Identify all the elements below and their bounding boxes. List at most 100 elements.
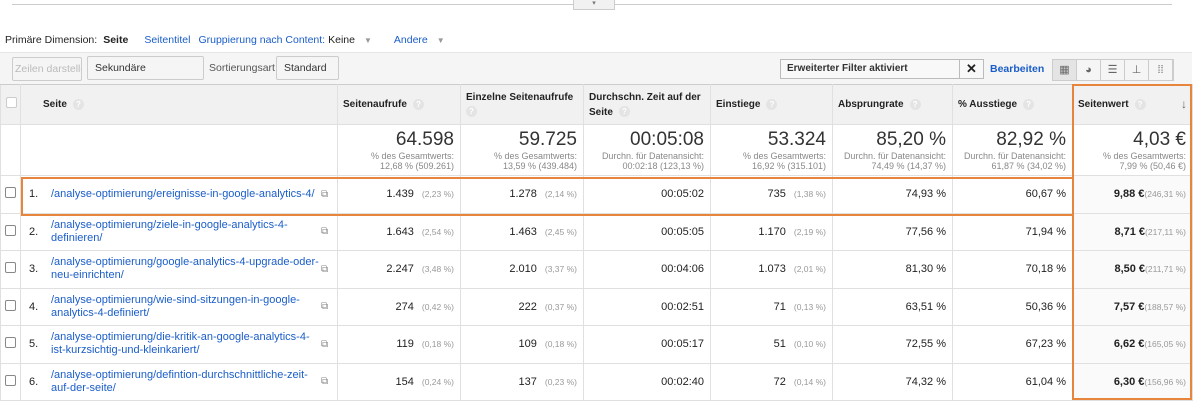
external-link-icon[interactable]: ⧉ (321, 189, 337, 200)
total-cell: 59.725% des Gesamtwerts: 13,59 % (439.484… (460, 124, 584, 176)
table-row: 3. /analyse-optimierung/google-analytics-… (0, 250, 1193, 289)
page-value: 6,62 € (1113, 338, 1145, 351)
unique-pageviews-percent: (0,23 %) (544, 376, 577, 387)
help-icon[interactable]: ? (72, 98, 84, 110)
header-label: Seitenwert (1078, 99, 1129, 110)
table-view-icon[interactable]: ▦ (1053, 60, 1077, 80)
entrances: 1.073 (758, 263, 786, 276)
row-number: 4. (29, 300, 39, 313)
header-absprungrate[interactable]: Absprungrate? (832, 84, 953, 125)
total-detail: 13,59 % (439.484) (502, 161, 577, 171)
bearbeiten-link[interactable]: Bearbeiten (990, 63, 1044, 75)
help-icon[interactable]: ? (909, 98, 921, 110)
sort-arrow-down-icon: ↓ (1181, 97, 1187, 111)
help-icon[interactable]: ? (766, 98, 778, 110)
page-link[interactable]: /analyse-optimierung/wie-sind-sitzungen-… (43, 294, 321, 320)
total-detail: 00:02:18 (123,13 %) (622, 161, 704, 171)
row-checkbox[interactable] (5, 337, 16, 349)
header-seitenaufrufe[interactable]: Seitenaufrufe? (337, 84, 461, 125)
row-checkbox[interactable] (5, 224, 16, 236)
chevron-down-icon: ▼ (436, 36, 445, 45)
external-link-icon[interactable]: ⧉ (321, 339, 337, 350)
gruppierung-value-text: Keine (328, 34, 355, 46)
total-cell: 82,92 % Durchn. für Datenansicht: 61,87 % … (952, 124, 1073, 176)
row-checkbox[interactable] (5, 374, 16, 386)
avg-time: 00:02:40 (583, 362, 711, 401)
table-row: 1. /analyse-optimierung/ereignisse-in-goo… (0, 175, 1193, 214)
view-switcher: ▦ ◕ ☰ ⊥ ⁞⁞ (1052, 59, 1174, 81)
bounce-rate: 74,93 % (832, 175, 953, 214)
header-label: Seite (43, 99, 67, 110)
row-number: 2. (29, 225, 39, 238)
external-link-icon[interactable]: ⧉ (321, 226, 337, 237)
header-seitenwert[interactable]: Seitenwert? ↓ (1072, 84, 1193, 125)
pageviews: 2.247 (386, 263, 414, 276)
comparison-icon[interactable]: ⊥ (1125, 60, 1149, 80)
bounce-rate: 81,30 % (832, 250, 953, 289)
total-cell: 00:05:08 Durchn. für Datenansicht: 00:02:1… (583, 124, 711, 176)
total-detail: 7,99 % (50,46 €) (1119, 161, 1186, 171)
header-einzelne-seitenaufrufe[interactable]: Einzelne Seitenaufrufe? (460, 84, 584, 125)
sort-dropdown[interactable]: Standard ▼ (276, 56, 339, 95)
select-all-checkbox[interactable] (6, 96, 17, 108)
unique-pageviews-percent: (2,14 %) (544, 189, 577, 200)
page-link[interactable]: /analyse-optimierung/ereignisse-in-googl… (43, 188, 321, 201)
table-row: 5. /analyse-optimierung/die-kritik-an-goo… (0, 325, 1193, 364)
total-value: 82,92 % (996, 129, 1066, 150)
external-link-icon[interactable]: ⧉ (321, 264, 337, 275)
filter-text: Erweiterter Filter aktiviert (787, 63, 908, 74)
page-link[interactable]: /analyse-optimierung/die-kritik-an-googl… (43, 331, 321, 357)
pivot-icon[interactable]: ⁞⁞ (1149, 60, 1173, 80)
header-zeit[interactable]: Durchschn. Zeit auf der Seite? (583, 84, 711, 125)
pageviews-percent: (2,54 %) (421, 226, 454, 237)
pie-chart-icon[interactable]: ◕ (1077, 60, 1101, 80)
help-icon[interactable]: ? (1134, 98, 1146, 110)
help-icon[interactable]: ? (412, 98, 424, 110)
page-link[interactable]: /analyse-optimierung/defintion-durchschn… (43, 369, 321, 395)
exit-rate: 61,04 % (952, 362, 1073, 401)
zeilen-darstellen-button[interactable]: Zeilen darstellen (12, 57, 82, 81)
dimension-seite[interactable]: Seite (103, 34, 128, 46)
page-value-percent: (211,71 %) (1145, 264, 1186, 275)
header-seite[interactable]: Seite? (20, 84, 338, 125)
row-number: 3. (29, 263, 39, 276)
totals-row: 64.598% des Gesamtwerts: 12,68 % (509.261… (0, 124, 1193, 176)
total-detail: 74,49 % (14,37 %) (871, 161, 946, 171)
secondary-dimension-dropdown[interactable]: Sekundäre Dimension ▼ (87, 56, 204, 96)
page-link[interactable]: /analyse-optimierung/ziele-in-google-ana… (43, 219, 321, 245)
entrances-percent: (1,38 %) (793, 189, 826, 200)
dimension-seitentitel[interactable]: Seitentitel (144, 34, 190, 46)
dimension-andere[interactable]: Andere ▼ (394, 34, 451, 46)
unique-pageviews: 2.010 (509, 263, 537, 276)
advanced-filter[interactable]: Erweiterter Filter aktiviert ✕ (780, 59, 984, 79)
exit-rate: 71,94 % (952, 212, 1073, 251)
total-detail: 16,92 % (315.101) (751, 161, 826, 171)
header-ausstiege[interactable]: % Ausstiege? (952, 84, 1073, 125)
external-link-icon[interactable]: ⧉ (321, 301, 337, 312)
help-icon[interactable]: ? (1023, 98, 1035, 110)
entrances-percent: (0,10 %) (793, 339, 826, 350)
pageviews-percent: (2,23 %) (421, 189, 454, 200)
gruppierung-value[interactable]: Keine ▼ (328, 34, 378, 46)
primary-dimension-bar: Primäre Dimension: Seite Seitentitel Gru… (5, 33, 459, 47)
primary-dimension-label: Primäre Dimension: (5, 34, 98, 46)
page-value-percent: (165,05 %) (1144, 339, 1186, 350)
page-link[interactable]: /analyse-optimierung/google-analytics-4-… (43, 256, 321, 282)
bounce-rate: 77,56 % (832, 212, 953, 251)
total-value: 85,20 % (876, 129, 946, 150)
header-einstiege[interactable]: Einstiege? (710, 84, 833, 125)
close-icon[interactable]: ✕ (959, 60, 983, 78)
row-checkbox[interactable] (5, 299, 16, 311)
row-checkbox[interactable] (5, 262, 16, 274)
help-icon[interactable]: ? (466, 106, 477, 118)
external-link-icon[interactable]: ⧉ (321, 376, 337, 387)
total-value: 4,03 € (1133, 129, 1186, 150)
collapse-toggle[interactable]: ▾ (573, 0, 615, 10)
entrances-percent: (2,01 %) (793, 264, 826, 275)
pageviews: 1.439 (386, 188, 414, 201)
row-checkbox[interactable] (5, 187, 16, 199)
exit-rate: 60,67 % (952, 175, 1073, 214)
help-icon[interactable]: ? (618, 106, 630, 118)
dimension-gruppierung[interactable]: Gruppierung nach Content: (198, 34, 325, 46)
bar-chart-icon[interactable]: ☰ (1101, 60, 1125, 80)
